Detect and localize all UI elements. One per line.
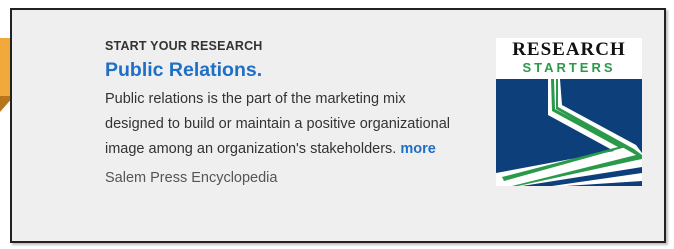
logo-line-1: RESEARCH — [512, 39, 626, 60]
source-label: Salem Press Encyclopedia — [105, 170, 278, 186]
card-content: START YOUR RESEARCH Public Relations. Pu… — [105, 38, 455, 190]
more-link[interactable]: more — [400, 141, 435, 157]
research-starter-card: START YOUR RESEARCH Public Relations. Pu… — [10, 8, 666, 243]
logo-line-2: STARTERS — [522, 60, 616, 75]
description-text: Public relations is the part of the mark… — [105, 91, 450, 157]
research-starters-logo: RESEARCH STARTERS — [496, 38, 642, 186]
topic-description: Public relations is the part of the mark… — [105, 87, 455, 162]
eyebrow-label: START YOUR RESEARCH — [105, 39, 263, 53]
winding-road-icon — [496, 79, 642, 186]
research-starter-widget: START YOUR RESEARCH Public Relations. Pu… — [0, 0, 674, 249]
topic-title-link[interactable]: Public Relations. — [105, 58, 455, 82]
